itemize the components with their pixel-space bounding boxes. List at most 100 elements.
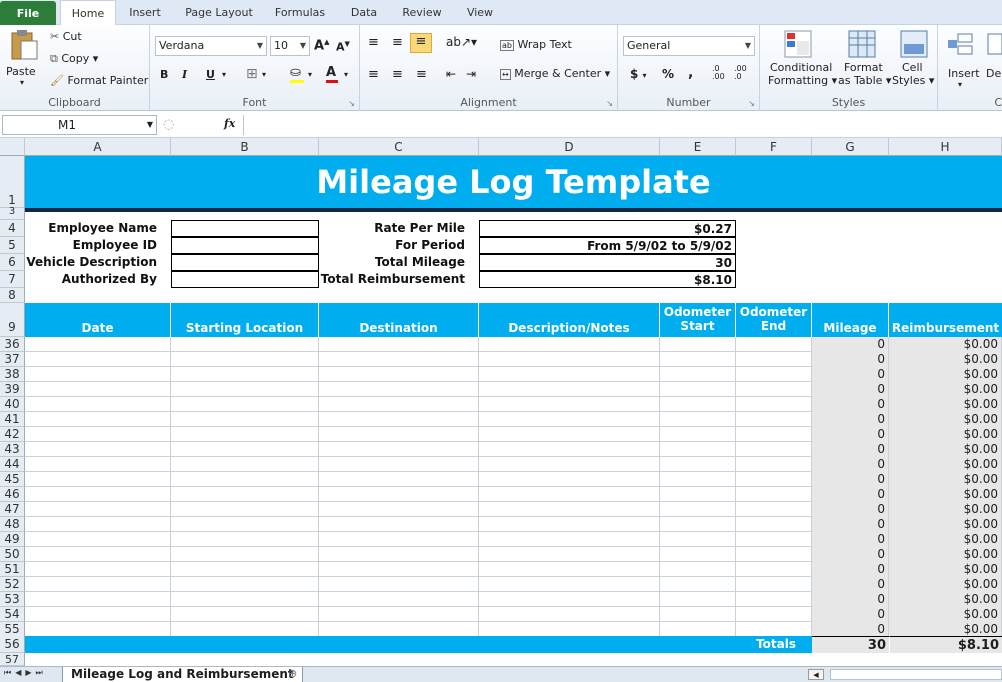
row-header-8[interactable]: 8 [0, 288, 25, 303]
table-cell[interactable] [25, 367, 171, 382]
orientation-icon[interactable]: ab↗▾ [446, 35, 477, 49]
tab-home[interactable]: Home [60, 0, 116, 26]
table-cell[interactable] [171, 547, 319, 562]
table-cell[interactable] [171, 487, 319, 502]
font-color-icon[interactable]: A [326, 65, 338, 83]
row-header[interactable]: 38 [0, 367, 25, 382]
mileage-cell[interactable]: 0 [812, 367, 889, 382]
mileage-cell[interactable]: 0 [812, 577, 889, 592]
table-cell[interactable] [171, 412, 319, 427]
decrease-indent-icon[interactable]: ⇤ [446, 67, 456, 81]
table-cell[interactable] [660, 472, 736, 487]
reimbursement-cell[interactable]: $0.00 [889, 577, 1002, 592]
table-cell[interactable] [660, 397, 736, 412]
row-header[interactable]: 42 [0, 427, 25, 442]
table-cell[interactable] [171, 352, 319, 367]
mileage-cell[interactable]: 0 [812, 412, 889, 427]
reimbursement-cell[interactable]: $0.00 [889, 427, 1002, 442]
sheet-tab-mileage-log[interactable]: Mileage Log and Reimbursement [62, 667, 303, 682]
table-cell[interactable] [660, 532, 736, 547]
format-painter-button[interactable]: 🖌 Format Painter [50, 74, 148, 87]
table-cell[interactable] [479, 367, 660, 382]
table-cell[interactable] [319, 517, 479, 532]
total-mileage-value[interactable]: 30 [479, 254, 736, 271]
table-cell[interactable] [319, 532, 479, 547]
table-cell[interactable] [25, 502, 171, 517]
header-description-notes[interactable]: Description/Notes [479, 303, 660, 337]
column-header-b[interactable]: B [171, 138, 319, 156]
mileage-cell[interactable]: 0 [812, 562, 889, 577]
italic-button[interactable]: I [182, 68, 187, 81]
font-name-combo[interactable]: Verdana ▼ [155, 36, 267, 56]
table-cell[interactable] [319, 622, 479, 637]
mileage-cell[interactable]: 0 [812, 397, 889, 412]
wrap-text-button[interactable]: ab Wrap Text [500, 38, 572, 51]
reimbursement-cell[interactable]: $0.00 [889, 382, 1002, 397]
table-cell[interactable] [479, 577, 660, 592]
shrink-font-icon[interactable]: A▼ [336, 40, 350, 54]
table-cell[interactable] [660, 427, 736, 442]
column-header-f[interactable]: F [736, 138, 812, 156]
table-cell[interactable] [479, 502, 660, 517]
table-cell[interactable] [25, 547, 171, 562]
reimbursement-cell[interactable]: $0.00 [889, 622, 1002, 637]
table-cell[interactable] [736, 577, 812, 592]
table-cell[interactable] [171, 577, 319, 592]
conditional-formatting-button[interactable]: Conditional Formatting ▾ [764, 28, 837, 90]
table-cell[interactable] [660, 367, 736, 382]
table-cell[interactable] [25, 517, 171, 532]
table-cell[interactable] [479, 622, 660, 637]
table-cell[interactable] [736, 562, 812, 577]
sheet-nav-arrows-icon[interactable]: ⏮◀▶⏭ [4, 668, 47, 678]
increase-decimal-icon[interactable]: .0.00 [712, 65, 725, 81]
table-cell[interactable] [479, 532, 660, 547]
table-cell[interactable] [171, 427, 319, 442]
borders-icon[interactable]: ⊞ [246, 66, 258, 82]
header-odometer-start[interactable]: Odometer Start [660, 303, 736, 337]
table-cell[interactable] [479, 442, 660, 457]
row-header[interactable]: 48 [0, 517, 25, 532]
column-header-d[interactable]: D [479, 138, 660, 156]
row-header[interactable]: 50 [0, 547, 25, 562]
table-cell[interactable] [660, 457, 736, 472]
format-as-table-button[interactable]: Format as Table ▾ [834, 28, 891, 90]
table-cell[interactable] [479, 592, 660, 607]
table-cell[interactable] [736, 472, 812, 487]
totals-mileage[interactable]: 30 [812, 636, 889, 653]
table-cell[interactable] [25, 562, 171, 577]
table-cell[interactable] [319, 487, 479, 502]
reimbursement-cell[interactable]: $0.00 [889, 547, 1002, 562]
reimbursement-cell[interactable]: $0.00 [889, 607, 1002, 622]
tab-view[interactable]: View [456, 0, 504, 25]
for-period-value[interactable]: From 5/9/02 to 5/9/02 [479, 237, 736, 254]
reimbursement-cell[interactable]: $0.00 [889, 487, 1002, 502]
table-cell[interactable] [736, 532, 812, 547]
table-cell[interactable] [25, 397, 171, 412]
table-cell[interactable] [25, 607, 171, 622]
reimbursement-cell[interactable]: $0.00 [889, 457, 1002, 472]
row-header[interactable]: 54 [0, 607, 25, 622]
row-header-56[interactable]: 56 [0, 636, 25, 653]
row-header[interactable]: 41 [0, 412, 25, 427]
table-cell[interactable] [171, 592, 319, 607]
row-header-7[interactable]: 7 [0, 271, 25, 288]
align-top-icon[interactable]: ≡ [368, 35, 379, 50]
table-cell[interactable] [479, 487, 660, 502]
reimbursement-cell[interactable]: $0.00 [889, 562, 1002, 577]
reimbursement-cell[interactable]: $0.00 [889, 412, 1002, 427]
row-header[interactable]: 37 [0, 352, 25, 367]
paste-button[interactable]: Paste ▾ [4, 29, 44, 89]
insert-function-icon[interactable]: fx [224, 117, 235, 130]
table-cell[interactable] [479, 562, 660, 577]
authorized-by-field[interactable] [171, 271, 319, 288]
header-reimbursement[interactable]: Reimbursement [889, 303, 1002, 337]
currency-button[interactable]: $ ▾ [630, 67, 647, 81]
table-cell[interactable] [736, 352, 812, 367]
increase-indent-icon[interactable]: ⇥ [466, 67, 476, 81]
chevron-down-icon[interactable]: ▾ [262, 70, 266, 79]
dialog-launcher-icon[interactable]: ↘ [606, 99, 613, 108]
table-cell[interactable] [736, 382, 812, 397]
tab-data[interactable]: Data [340, 0, 388, 25]
table-cell[interactable] [171, 472, 319, 487]
table-cell[interactable] [660, 622, 736, 637]
